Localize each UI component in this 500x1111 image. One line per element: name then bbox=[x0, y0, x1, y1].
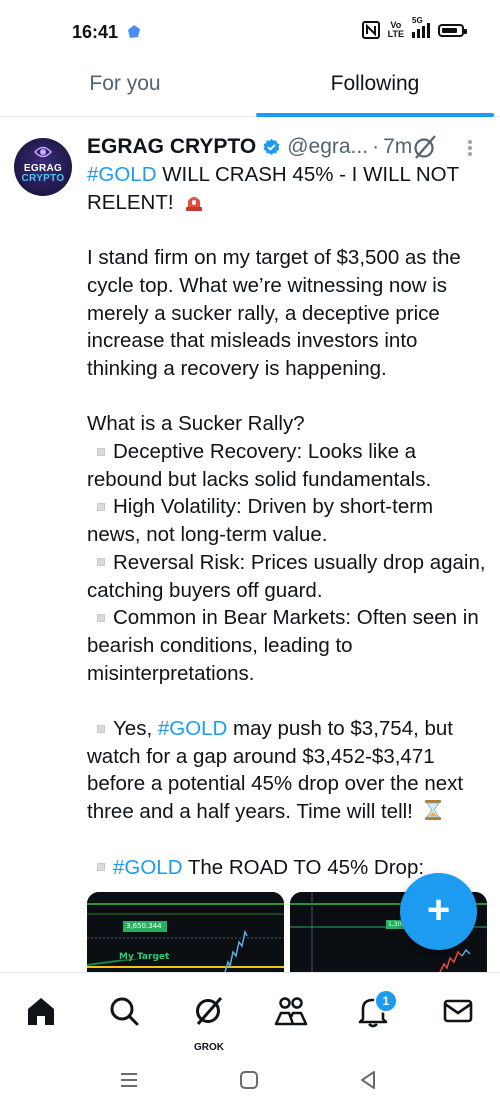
signal-bar bbox=[422, 26, 425, 38]
avatar-text: CRYPTO bbox=[21, 173, 65, 184]
bullet-icon bbox=[97, 558, 105, 567]
bullet-icon bbox=[97, 502, 105, 511]
bottom-nav: GROK 1 bbox=[0, 972, 500, 1053]
network-type: 5G bbox=[412, 16, 423, 25]
road-text: The ROAD TO 45% Drop: bbox=[182, 855, 425, 879]
nav-home[interactable] bbox=[23, 993, 59, 1029]
post-time[interactable]: 7m bbox=[383, 135, 412, 159]
chart-image-1[interactable]: 3,650.344 My Target bbox=[87, 892, 284, 972]
nav-search[interactable] bbox=[106, 993, 142, 1029]
status-icons: Vo LTE 5G bbox=[361, 16, 467, 39]
hourglass-emoji-icon bbox=[424, 800, 441, 821]
list-item: Reversal Risk: Prices usually drop again… bbox=[87, 549, 487, 604]
mail-icon bbox=[443, 999, 473, 1023]
back-icon[interactable] bbox=[356, 1068, 380, 1092]
feed-tabs: For you Following bbox=[0, 64, 500, 117]
avatar-logo-icon bbox=[33, 146, 53, 158]
nav-communities[interactable] bbox=[273, 993, 309, 1029]
system-nav-bar bbox=[0, 1050, 500, 1111]
bullet-icon bbox=[97, 863, 105, 872]
tweet-text: #GOLD WILL CRASH 45% - I WILL NOT RELENT… bbox=[87, 161, 487, 881]
list-item-text: High Volatility: Driven by short-term ne… bbox=[87, 495, 434, 547]
nav-notifications[interactable]: 1 bbox=[355, 989, 398, 1029]
tweet-headline: #GOLD WILL CRASH 45% - I WILL NOT RELENT… bbox=[87, 161, 487, 216]
avatar[interactable]: EGRAG CRYPTO bbox=[14, 138, 72, 196]
recents-icon[interactable] bbox=[117, 1068, 141, 1092]
volte-bottom: LTE bbox=[387, 29, 404, 39]
communities-icon bbox=[274, 997, 308, 1026]
signal-bar bbox=[417, 29, 420, 38]
tweet-question: What is a Sucker Rally? bbox=[87, 412, 305, 436]
status-bar: 16:41 Vo LTE 5G bbox=[0, 0, 500, 64]
separator: · bbox=[372, 135, 380, 158]
app-notification-icon bbox=[128, 25, 140, 38]
compose-button[interactable]: + bbox=[400, 873, 477, 950]
chart-price-label: 3,650.344 bbox=[126, 922, 162, 930]
plus-icon: + bbox=[426, 888, 451, 932]
tab-label: For you bbox=[89, 72, 161, 95]
signal-bar bbox=[427, 23, 430, 38]
siren-emoji-icon bbox=[186, 196, 203, 211]
bullet-icon bbox=[97, 724, 105, 733]
home-icon bbox=[28, 998, 54, 1025]
more-options-icon[interactable] bbox=[467, 139, 473, 157]
list-item: High Volatility: Driven by short-term ne… bbox=[87, 493, 487, 548]
author-name[interactable]: EGRAG CRYPTO bbox=[87, 135, 256, 159]
signal-icon: 5G bbox=[412, 16, 430, 38]
hashtag-link[interactable]: #GOLD bbox=[113, 856, 183, 879]
author-handle[interactable]: @egra... bbox=[287, 135, 368, 159]
tab-following[interactable]: Following bbox=[250, 64, 500, 117]
chart-target-label: My Target bbox=[119, 952, 170, 962]
battery-icon bbox=[438, 23, 467, 37]
bullet-icon bbox=[97, 613, 105, 622]
notification-badge: 1 bbox=[374, 989, 398, 1013]
hashtag-link[interactable]: #GOLD bbox=[158, 717, 228, 740]
nav-messages[interactable] bbox=[440, 993, 476, 1029]
search-icon bbox=[110, 997, 139, 1026]
list-item: Deceptive Recovery: Looks like a rebound… bbox=[87, 438, 487, 493]
nav-grok[interactable]: GROK bbox=[191, 993, 227, 1053]
volte-indicator: Vo LTE bbox=[388, 21, 404, 39]
signal-bar bbox=[412, 32, 415, 38]
grok-icon bbox=[196, 997, 223, 1025]
verified-badge-icon bbox=[263, 138, 280, 155]
list-item: Common in Bear Markets: Often seen in be… bbox=[87, 604, 487, 687]
tweet[interactable]: EGRAG CRYPTO EGRAG CRYPTO @egra... · 7m … bbox=[0, 117, 500, 972]
grok-icon[interactable] bbox=[412, 134, 438, 160]
chart-image-graphic bbox=[87, 892, 284, 972]
battery-fill bbox=[442, 27, 457, 33]
nfc-icon bbox=[361, 21, 380, 39]
tweet-header: EGRAG CRYPTO @egra... · 7m bbox=[87, 132, 487, 162]
tab-label: Following bbox=[330, 72, 420, 95]
tweet-paragraph: I stand firm on my target of $3,500 as t… bbox=[87, 246, 461, 380]
list-item-text: Deceptive Recovery: Looks like a rebound… bbox=[87, 440, 432, 491]
outlook-text: Yes, bbox=[113, 717, 158, 741]
status-time: 16:41 bbox=[72, 22, 119, 42]
battery-tip bbox=[464, 28, 467, 34]
list-item-text: Reversal Risk: Prices usually drop again… bbox=[87, 550, 486, 602]
bullet-icon bbox=[97, 447, 105, 456]
home-button-icon[interactable] bbox=[237, 1068, 261, 1092]
tab-for-you[interactable]: For you bbox=[0, 64, 250, 116]
list-item-text: Common in Bear Markets: Often seen in be… bbox=[87, 606, 479, 685]
tweet-paragraph: Yes, #GOLD may push to $3,754, but watch… bbox=[87, 715, 487, 826]
hashtag-link[interactable]: #GOLD bbox=[87, 163, 157, 186]
